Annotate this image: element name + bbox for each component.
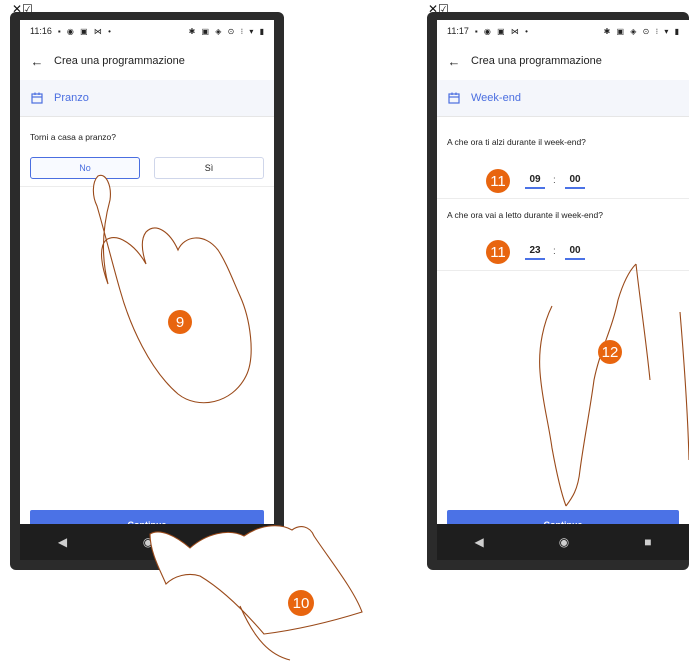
step-badge-11: 11 — [486, 169, 510, 193]
step-badge-12: 12 — [598, 340, 622, 364]
pointing-hand-illustration — [92, 174, 689, 661]
step-badge-10: 10 — [288, 590, 314, 616]
step-badge-9: 9 — [168, 310, 192, 334]
step-badge-11: 11 — [486, 240, 510, 264]
